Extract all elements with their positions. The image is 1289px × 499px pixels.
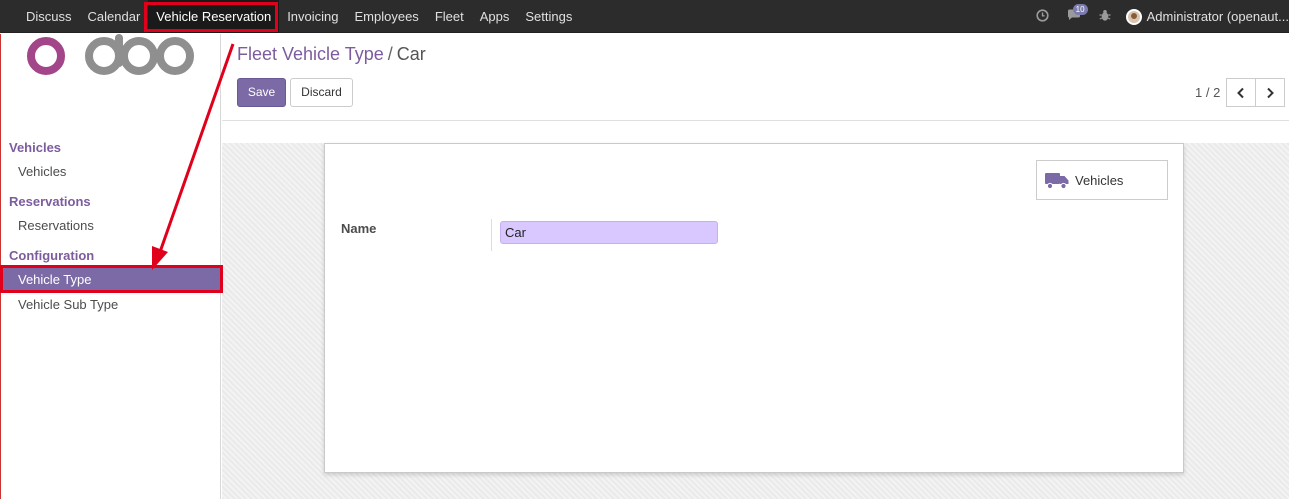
menu-fleet[interactable]: Fleet [427, 0, 472, 33]
systray: 10 Administrator (openaut... [1027, 0, 1289, 33]
user-name: Administrator (openaut... [1146, 9, 1289, 24]
pager-previous-button[interactable] [1226, 78, 1256, 107]
sidebar-section-reservations: Reservations [9, 194, 91, 209]
vehicles-smart-button-label: Vehicles [1075, 172, 1124, 188]
menu-calendar[interactable]: Calendar [80, 0, 149, 33]
bug-icon[interactable] [1099, 9, 1111, 25]
field-divider [491, 219, 492, 251]
avatar [1125, 8, 1142, 25]
odoo-logo[interactable] [26, 34, 196, 78]
sidebar-item-vehicle-type[interactable]: Vehicle Type [0, 268, 220, 292]
menu-invoicing[interactable]: Invoicing [279, 0, 346, 33]
sidebar-item-reservations[interactable]: Reservations [0, 214, 220, 238]
sidebar-item-vehicle-sub-type[interactable]: Vehicle Sub Type [0, 293, 220, 317]
menu-employees[interactable]: Employees [347, 0, 427, 33]
chevron-left-icon [1237, 87, 1244, 98]
sidebar-item-vehicles[interactable]: Vehicles [0, 160, 220, 184]
discard-button[interactable]: Discard [290, 78, 353, 107]
name-label: Name [341, 221, 377, 236]
menu-discuss[interactable]: Discuss [18, 0, 80, 33]
menu-vehicle-reservation[interactable]: Vehicle Reservation [148, 0, 280, 33]
chevron-right-icon [1267, 87, 1274, 98]
top-navbar: Discuss Calendar Vehicle Reservation Inv… [0, 0, 1289, 33]
menu-apps[interactable]: Apps [472, 0, 518, 33]
vehicles-smart-button[interactable]: Vehicles [1036, 160, 1168, 200]
save-button[interactable]: Save [237, 78, 286, 107]
sidebar-section-configuration: Configuration [9, 248, 95, 263]
clock-icon[interactable] [1036, 8, 1049, 25]
chat-icon[interactable]: 10 [1067, 4, 1088, 24]
breadcrumb-parent[interactable]: Fleet Vehicle Type [237, 44, 384, 64]
breadcrumb: Fleet Vehicle Type / Car [237, 44, 426, 65]
name-input[interactable] [500, 221, 718, 244]
pager-next-button[interactable] [1255, 78, 1285, 107]
app-menu: Discuss Calendar Vehicle Reservation Inv… [18, 0, 580, 33]
breadcrumb-current: Car [396, 44, 426, 64]
menu-settings[interactable]: Settings [517, 0, 580, 33]
truck-icon [1045, 173, 1069, 189]
user-menu[interactable]: Administrator (openaut... [1125, 8, 1289, 25]
pager-value[interactable]: 1 / 2 [1195, 85, 1220, 100]
sidebar-section-vehicles: Vehicles [9, 140, 62, 155]
control-panel-divider [222, 120, 1289, 121]
chat-count-badge: 10 [1072, 4, 1088, 15]
breadcrumb-separator: / [387, 44, 393, 64]
sidebar [0, 34, 221, 499]
